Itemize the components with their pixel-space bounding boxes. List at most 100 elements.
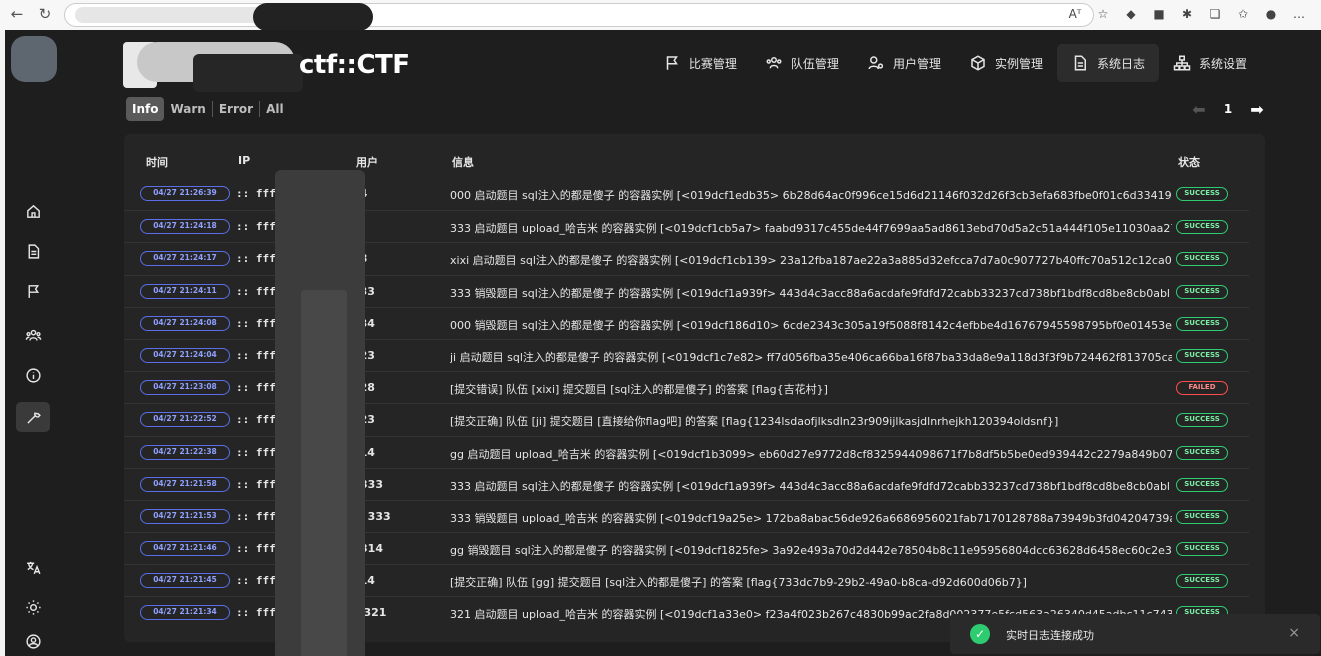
current-page: 1 [1223,102,1233,116]
time-badge: 04/27 21:24:04 [140,347,230,363]
filter-info[interactable]: Info [126,97,165,121]
status-badge: SUCCESS [1176,348,1228,363]
home-icon[interactable] [16,196,50,226]
message-cell: xixi 启动题目 sql注入的都是傻子 的容器实例 [<019dcf1cb13… [450,254,1172,268]
pagination: ⬅ 1 ➡ [1189,97,1267,121]
more-icon[interactable]: … [1290,5,1308,23]
extension-icon[interactable]: ❏ [1206,5,1224,23]
nav-contest[interactable]: 比赛管理 [649,44,751,82]
filter-error[interactable]: Error [213,97,259,121]
time-badge: 04/27 21:22:52 [140,412,230,428]
check-icon: ✓ [970,624,990,644]
filter-warn[interactable]: Warn [164,97,211,121]
message-cell: gg 启动题目 upload_哈吉米 的容器实例 [<019dcf1b3099>… [450,447,1172,461]
favorite-icon[interactable]: ☆ [1094,5,1112,23]
message-cell: 333 销毁题目 upload_哈吉米 的容器实例 [<019dcf19a25e… [450,511,1172,525]
profile-icon[interactable]: ● [1262,5,1280,23]
nav-label: 系统设置 [1198,56,1247,71]
message-cell: ji 启动题目 sql注入的都是傻子 的容器实例 [<019dcf1c7e82>… [450,350,1172,364]
back-icon[interactable]: ← [8,5,26,23]
ip-cell: :: fff [236,445,276,459]
time-badge: 04/27 21:21:45 [140,573,230,589]
status-badge: SUCCESS [1176,187,1228,201]
sun-icon[interactable] [16,592,50,622]
time-badge: 04/27 21:21:46 [140,541,230,557]
message-cell: 333 启动题目 sql注入的都是傻子 的容器实例 [<019dcf1a939f… [450,479,1170,493]
status-badge: SUCCESS [1176,445,1228,460]
message-cell: 000 销毁题目 sql注入的都是傻子 的容器实例 [<019dcf186d10… [450,318,1172,332]
redacted-url-dark [253,3,373,31]
info-icon[interactable] [16,360,50,390]
toast-notification: ✓ 实时日志连接成功 × [950,614,1320,654]
time-badge: 04/27 21:26:39 [140,186,230,201]
wrench-icon[interactable] [16,402,50,432]
status-badge: SUCCESS [1176,542,1228,557]
document-icon[interactable] [16,236,50,266]
brand-name: ctf::CTF [299,50,410,80]
ip-cell: :: fff [236,381,276,395]
nav-system-log[interactable]: 系统日志 [1056,44,1159,82]
translate-icon[interactable] [16,552,50,582]
message-cell: gg 销毁题目 sql注入的都是傻子 的容器实例 [<019dcf1825fe>… [450,544,1172,558]
status-badge: SUCCESS [1176,509,1228,524]
ip-cell: :: fff [236,348,276,362]
time-badge: 04/27 21:24:17 [140,251,230,267]
logo [11,36,57,82]
next-page-icon[interactable]: ➡ [1247,100,1267,119]
time-badge: 04/27 21:24:11 [140,283,230,299]
flag-icon [666,56,678,70]
time-badge: 04/27 21:21:53 [140,508,230,524]
status-badge: FAILED [1176,381,1228,396]
sitemap-icon [1173,55,1191,71]
sidebar [5,30,63,656]
status-badge: SUCCESS [1176,252,1228,267]
extension-icon[interactable]: ■ [1150,5,1168,23]
time-badge: 04/27 21:21:58 [140,476,230,492]
reader-icon[interactable]: Aᵀ [1066,5,1084,23]
extension-icon[interactable]: ✱ [1178,5,1196,23]
header-time: 时间 [146,156,168,169]
team-icon[interactable] [16,320,50,350]
status-badge: SUCCESS [1176,284,1228,299]
log-level-filters: Info Warn Error All [126,97,290,121]
message-cell: 333 销毁题目 sql注入的都是傻子 的容器实例 [<019dcf1a939f… [450,286,1170,300]
time-badge: 04/27 21:24:08 [140,315,230,331]
status-badge: SUCCESS [1176,413,1228,428]
document-icon [1074,55,1086,71]
top-nav: 比赛管理 队伍管理 用户管理 实例管理 系统日志 系统设置 [649,44,1261,82]
flag-icon[interactable] [16,276,50,306]
prev-page-icon[interactable]: ⬅ [1189,100,1209,119]
message-cell: 000 启动题目 sql注入的都是傻子 的容器实例 [<019dcf1edb35… [450,189,1172,202]
status-badge: SUCCESS [1176,220,1228,235]
nav-user[interactable]: 用户管理 [853,44,955,82]
nav-instance[interactable]: 实例管理 [955,44,1057,82]
extension-icon[interactable]: ◆ [1122,5,1140,23]
filter-all[interactable]: All [260,97,290,121]
header-ip: IP [238,154,251,167]
user-settings-icon [868,56,884,70]
nav-label: 比赛管理 [688,56,737,71]
message-cell: [提交错误] 队伍 [xixi] 提交题目 [sql注入的都是傻子] 的答案 [… [450,383,828,397]
toast-message: 实时日志连接成功 [1006,629,1094,642]
team-icon [766,57,782,69]
status-badge: SUCCESS [1176,316,1228,331]
brand: ctf::CTF [123,42,413,92]
close-icon[interactable]: × [1288,625,1300,641]
cube-icon [971,55,985,71]
redaction-overlay [301,290,347,656]
refresh-icon[interactable]: ↻ [36,5,54,23]
message-cell: 333 启动题目 upload_哈吉米 的容器实例 [<019dcf1cb5a7… [450,222,1172,236]
nav-label: 实例管理 [994,56,1043,71]
nav-system-settings[interactable]: 系统设置 [1159,44,1261,82]
header-user: 用户 [356,156,378,169]
time-badge: 04/27 21:23:08 [140,380,230,396]
collections-icon[interactable]: ✩ [1234,5,1252,23]
status-badge: SUCCESS [1176,477,1228,492]
account-icon[interactable] [16,626,50,656]
nav-label: 用户管理 [892,56,941,71]
time-badge: 04/27 21:21:34 [140,605,230,621]
nav-label: 系统日志 [1096,56,1145,71]
nav-team[interactable]: 队伍管理 [751,44,853,82]
header-message: 信息 [452,156,474,169]
address-bar[interactable] [64,3,1094,31]
